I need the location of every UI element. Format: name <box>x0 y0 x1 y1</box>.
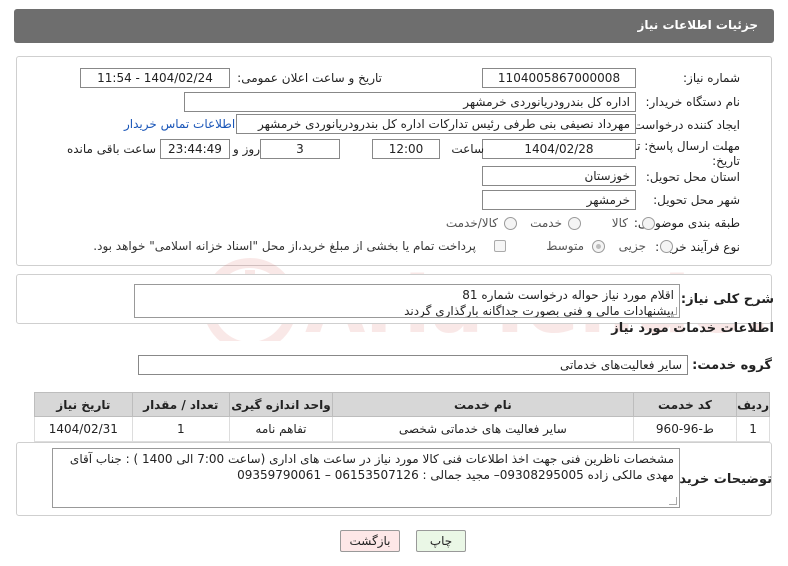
treasury-payment-note: پرداخت تمام یا بخشی از مبلغ خرید،از محل … <box>93 239 476 253</box>
table-header-row: ردیف کد خدمت نام خدمت واحد اندازه گیری ت… <box>34 392 770 417</box>
summary-line-1: اقلام مورد نیاز حواله درخواست شماره 81 <box>462 288 674 302</box>
page-header: جزئیات اطلاعات نیاز <box>14 9 774 43</box>
creator-field: مهرداد نصیفی بنی طرفی رئیس تدارکات اداره… <box>236 114 636 134</box>
creator-label: ایجاد کننده درخواست: <box>629 118 740 132</box>
services-table: ردیف کد خدمت نام خدمت واحد اندازه گیری ت… <box>34 392 770 442</box>
time-remaining-field: 23:44:49 <box>160 139 230 159</box>
col-date-header: تاریخ نیاز <box>34 392 133 417</box>
back-button[interactable]: بازگشت <box>340 530 400 552</box>
deadline-time-label: ساعت <box>451 142 484 156</box>
category-goods-radio[interactable] <box>642 217 655 230</box>
col-unit-header: واحد اندازه گیری <box>228 392 334 417</box>
summary-line-2: پیشنهادات مالی و فنی بصورت جداگانه بارگذ… <box>404 304 674 318</box>
print-button[interactable]: چاپ <box>416 530 466 552</box>
service-code: ط-96-960 <box>632 416 738 442</box>
unit: تفاهم نامه <box>228 416 334 442</box>
process-medium-radio[interactable] <box>592 240 605 253</box>
buyer-contact-link[interactable]: اطلاعات تماس خریدار <box>124 117 235 131</box>
treasury-payment-checkbox[interactable] <box>494 240 506 252</box>
category-goods-label: کالا <box>611 216 628 230</box>
category-service-label: خدمت <box>530 216 562 230</box>
deadline-date-field: 1404/02/28 <box>482 139 636 159</box>
process-minor-label: جزیی <box>618 239 646 253</box>
time-remaining-label: ساعت باقی مانده <box>66 142 156 156</box>
announce-datetime-label: تاریخ و ساعت اعلان عمومی: <box>237 71 382 85</box>
city-field: خرمشهر <box>482 190 636 210</box>
days-remaining-field: 3 <box>260 139 340 159</box>
city-label: شهر محل تحویل: <box>653 193 740 207</box>
need-number-label: شماره نیاز: <box>683 71 740 85</box>
category-goods-service-label: کالا/خدمت <box>445 216 498 230</box>
days-label: روز و <box>233 142 260 156</box>
buyer-notes-textarea[interactable]: مشخصات ناظرین فنی جهت اخذ اطلاعات فنی کا… <box>52 448 680 508</box>
resize-grip[interactable] <box>669 497 677 505</box>
row-number: 1 <box>736 416 770 442</box>
table-row: 1 ط-96-960 سایر فعالیت های خدماتی شخصی ت… <box>34 416 770 442</box>
notes-line-2: مهدی مالکی زاده 09308295005– مجید جمالی … <box>237 468 674 482</box>
col-code-header: کد خدمت <box>632 392 738 417</box>
service-group-field: سایر فعالیت‌های خدماتی <box>138 355 688 375</box>
summary-textarea[interactable]: اقلام مورد نیاز حواله درخواست شماره 81 پ… <box>134 284 680 318</box>
buyer-org-field: اداره کل بندرودریانوردی خرمشهر <box>184 92 636 112</box>
province-label: استان محل تحویل: <box>645 170 740 184</box>
page-title: جزئیات اطلاعات نیاز <box>637 18 758 32</box>
category-service-radio[interactable] <box>568 217 581 230</box>
col-qty-header: تعداد / مقدار <box>131 392 230 417</box>
service-name: سایر فعالیت های خدماتی شخصی <box>332 416 634 442</box>
services-section-title: اطلاعات خدمات مورد نیاز <box>611 321 774 336</box>
col-name-header: نام خدمت <box>332 392 634 417</box>
category-goods-service-radio[interactable] <box>504 217 517 230</box>
buyer-org-label: نام دستگاه خریدار: <box>645 95 741 109</box>
deadline-time-field: 12:00 <box>372 139 440 159</box>
resize-grip[interactable] <box>669 307 677 315</box>
need-date: 1404/02/31 <box>34 416 133 442</box>
province-field: خوزستان <box>482 166 636 186</box>
notes-line-1: مشخصات ناظرین فنی جهت اخذ اطلاعات فنی کا… <box>69 452 674 466</box>
service-group-label: گروه خدمت: <box>692 358 772 373</box>
quantity: 1 <box>131 416 230 442</box>
need-number-field: 1104005867000008 <box>482 68 636 88</box>
announce-datetime-field: 1404/02/24 - 11:54 <box>80 68 230 88</box>
col-row-header: ردیف <box>736 392 770 417</box>
process-minor-radio[interactable] <box>660 240 673 253</box>
summary-label: شرح کلی نیاز: <box>680 292 774 307</box>
deadline-label: مهلت ارسال پاسخ: تا تاریخ: <box>633 139 740 168</box>
process-medium-label: متوسط <box>546 239 584 253</box>
